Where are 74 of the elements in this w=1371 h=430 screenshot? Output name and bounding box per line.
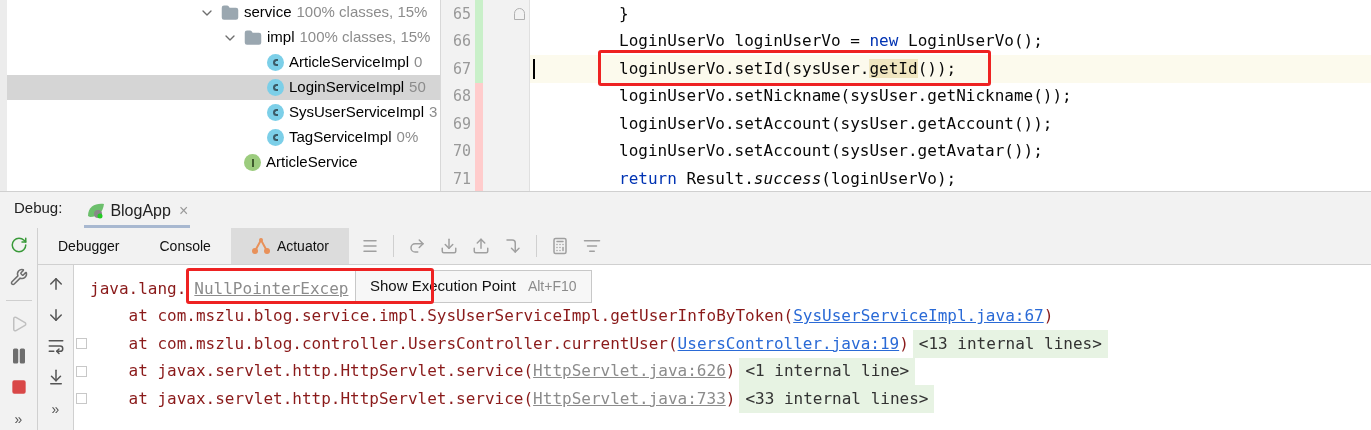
step-out-icon[interactable] — [472, 237, 490, 255]
code-line: return Result.success(loginUserVo); — [619, 167, 957, 190]
internal-lines-tag[interactable]: <13 internal lines> — [912, 330, 1108, 358]
line-number: 69 — [441, 110, 475, 138]
run-to-cursor-icon[interactable] — [504, 237, 522, 255]
tree-item[interactable]: TagServiceImpl 0% — [7, 125, 440, 150]
evaluate-icon[interactable] — [551, 237, 569, 255]
interface-icon — [244, 154, 261, 171]
console-line: at javax.servlet.http.HttpServlet.service(HttpServlet.java:626) — [127, 360, 736, 383]
menu-icon[interactable] — [361, 237, 379, 255]
more-button[interactable]: » — [51, 399, 60, 420]
coverage-text: 0 — [414, 52, 423, 73]
tree-label: ArticleServiceImpl — [289, 52, 410, 73]
debug-tab[interactable]: Actuator — [230, 228, 349, 264]
debug-tab[interactable]: Console — [139, 228, 231, 264]
coverage-text: 0% — [396, 127, 419, 148]
stop-icon[interactable] — [10, 379, 27, 395]
step-over-icon[interactable] — [408, 237, 426, 255]
rerun-icon[interactable] — [9, 236, 28, 254]
session-title: BlogApp — [110, 200, 171, 221]
class-icon — [267, 104, 284, 121]
tree-label: ArticleService — [266, 152, 358, 173]
class-icon — [267, 54, 284, 71]
tree-item[interactable]: LoginServiceImpl 50 — [7, 75, 440, 100]
class-icon — [267, 129, 284, 146]
tree-label: SysUserServiceImpl — [289, 102, 425, 123]
console-line: at javax.servlet.http.HttpServlet.service(HttpServlet.java:733) — [127, 387, 736, 410]
coverage-text: 50 — [409, 77, 426, 98]
debug-label: Debug: — [14, 197, 63, 218]
folder-icon — [221, 3, 239, 22]
code-line: LoginUserVo loginUserVo = new LoginUserVo(); — [619, 30, 1043, 53]
code-line: loginUserVo.setAccount(sysUser.getAccount()); — [619, 112, 1053, 135]
line-number: 68 — [441, 82, 475, 110]
tree-label: service — [244, 2, 292, 23]
tree-item[interactable]: ArticleServiceImpl 0 — [7, 50, 440, 75]
internal-lines-tag[interactable]: <1 internal line> — [739, 357, 916, 385]
tree-item[interactable]: service 100% classes, 15% — [7, 0, 440, 25]
class-icon — [267, 79, 284, 96]
coverage-text: 3 — [429, 102, 438, 123]
line-number: 70 — [441, 137, 475, 165]
code-line: loginUserVo.setId(sysUser.getId()); — [619, 57, 957, 80]
soft-wrap-icon[interactable] — [46, 337, 65, 355]
leaf-icon — [86, 201, 107, 220]
code-line: loginUserVo.setAccount(sysUser.getAvatar()); — [619, 140, 1043, 163]
line-number: 67 — [441, 55, 475, 83]
tooltip-shortcut: Alt+F10 — [527, 277, 577, 296]
actuator-icon — [250, 237, 271, 255]
expand-icon[interactable] — [76, 365, 87, 377]
line-number: 66 — [441, 27, 475, 55]
expand-icon[interactable] — [76, 338, 87, 350]
console-line: at com.mszlu.blog.service.impl.SysUserServiceImpl.getUserInfoByToken(SysUserServiceImpl.java:67) — [127, 305, 1054, 328]
tree-label: impl — [267, 27, 295, 48]
code-line: } — [619, 2, 629, 25]
internal-lines-tag[interactable]: <33 internal lines> — [739, 385, 935, 413]
wrench-icon[interactable] — [9, 268, 28, 286]
folder-icon — [244, 28, 262, 47]
more-button[interactable]: » — [14, 409, 23, 430]
tree-label: LoginServiceImpl — [289, 77, 405, 98]
tree-label: TagServiceImpl — [289, 127, 392, 148]
coverage-text: 100% classes, 15% — [296, 2, 428, 23]
code-line: loginUserVo.setNickname(sysUser.getNickname()); — [619, 85, 1072, 108]
console-line: java.lang. NullPointerExcep — [90, 277, 349, 300]
trace-icon[interactable] — [583, 237, 601, 255]
tree-item[interactable]: impl 100% classes, 15% — [7, 25, 440, 50]
console-line: at com.mszlu.blog.controller.UsersController.currentUser(UsersController.java:19) — [127, 332, 909, 355]
debug-tab[interactable]: Debugger — [38, 228, 140, 264]
step-into-icon[interactable] — [440, 237, 458, 255]
expand-icon[interactable] — [76, 393, 87, 405]
tree-item[interactable]: SysUserServiceImpl 3 — [7, 100, 440, 125]
text-cursor — [533, 58, 535, 79]
line-number: 71 — [441, 165, 475, 191]
coverage-text: 100% classes, 15% — [299, 27, 431, 48]
tree-item[interactable]: ArticleService — [7, 150, 440, 175]
line-number: 65 — [441, 0, 475, 28]
